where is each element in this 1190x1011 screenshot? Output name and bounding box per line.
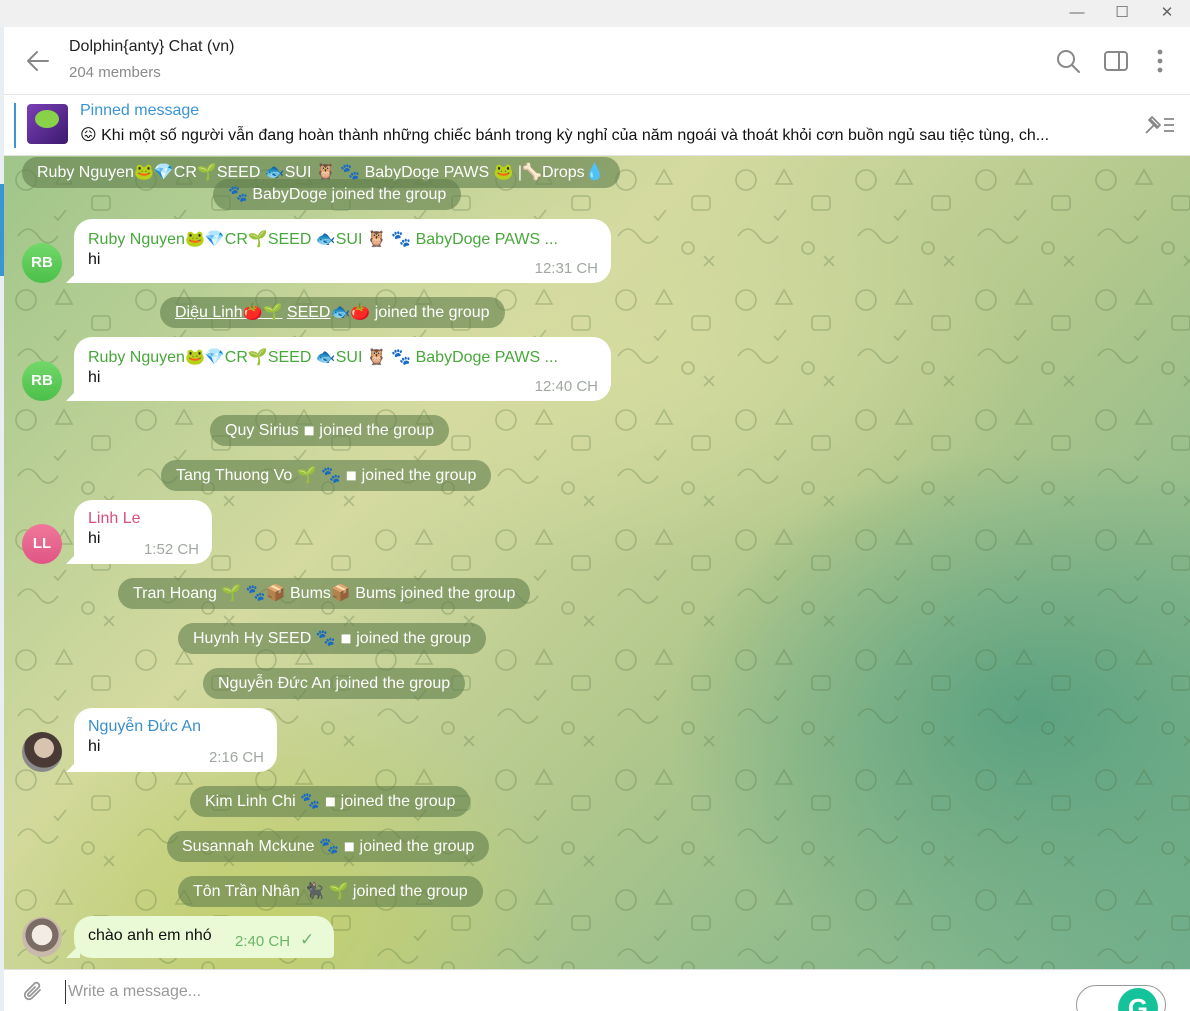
service-message: Tang Thuong Vo 🌱 🐾 ◾ joined the group	[161, 460, 492, 491]
message-text: hi	[88, 251, 101, 268]
pinned-list-button[interactable]	[1142, 113, 1176, 137]
sidebar-toggle-button[interactable]	[1102, 47, 1130, 75]
message-time: 12:31 CH	[534, 260, 598, 277]
more-menu-button[interactable]	[1146, 47, 1174, 75]
pinned-indicator	[14, 103, 16, 148]
search-icon	[1057, 50, 1080, 73]
avatar[interactable]: LL	[22, 524, 62, 564]
service-message: Nguyễn Đức An joined the group	[203, 668, 466, 699]
avatar[interactable]: RB	[22, 361, 62, 401]
service-message: 🐾 BabyDoge joined the group	[213, 179, 462, 210]
own-message-bubble[interactable]: chào anh em nhó 2:40 CH ✓	[74, 916, 334, 958]
pinned-label: Pinned message	[80, 102, 200, 119]
member-link[interactable]: Diệu Linh🍅🌱	[175, 304, 282, 321]
read-check-icon: ✓	[300, 930, 315, 949]
message-composer: G	[4, 969, 1190, 1011]
search-button[interactable]	[1054, 47, 1082, 75]
service-message: Diệu Linh🍅🌱 SEED🐟🍅 joined the group	[160, 297, 505, 328]
message-input[interactable]	[65, 980, 965, 1004]
paperclip-icon	[23, 981, 41, 1001]
pin-list-icon	[1145, 116, 1174, 134]
pinned-thumbnail	[27, 104, 68, 144]
service-message: Susannah Mckune 🐾 ◾ joined the group	[167, 831, 490, 862]
service-text: 🐟🍅 joined the group	[330, 304, 490, 321]
member-count: 204 members	[69, 64, 161, 81]
message-bubble[interactable]: Ruby Nguyen🐸💎CR🌱SEED 🐟SUI 🦉 🐾 BabyDoge P…	[74, 219, 611, 283]
minimize-button[interactable]: —	[1054, 0, 1100, 27]
arrow-left-icon	[27, 51, 49, 71]
back-button[interactable]	[24, 47, 52, 75]
member-link-seed[interactable]: SEED	[287, 304, 331, 321]
service-message: Huynh Hy SEED 🐾 ◾ joined the group	[178, 623, 486, 654]
chat-header: Dolphin{anty} Chat (vn) 204 members	[4, 27, 1190, 95]
service-message: Quy Sirius ◾ joined the group	[210, 415, 450, 446]
sender-name[interactable]: Ruby Nguyen🐸💎CR🌱SEED 🐟SUI 🦉 🐾 BabyDoge P…	[88, 229, 595, 249]
message-bubble[interactable]: Linh Le hi 1:52 CH	[74, 500, 212, 564]
more-vertical-icon	[1157, 49, 1163, 73]
service-message: Kim Linh Chi 🐾 ◾ joined the group	[190, 786, 471, 817]
message-bubble[interactable]: Nguyễn Đức An hi 2:16 CH	[74, 708, 277, 772]
sender-name[interactable]: Linh Le	[88, 510, 196, 528]
chat-history[interactable]: Ruby Nguyen🐸💎CR🌱SEED 🐟SUI 🦉 🐾 BabyDoge P…	[4, 156, 1190, 969]
message-time: 1:52 CH	[143, 541, 199, 558]
close-window-button[interactable]: ✕	[1144, 0, 1190, 27]
message-time: 2:40 CH	[235, 933, 291, 950]
sender-name[interactable]: Nguyễn Đức An	[88, 718, 261, 736]
chat-title[interactable]: Dolphin{anty} Chat (vn)	[69, 38, 234, 56]
sidebar-panel-icon	[1104, 51, 1128, 71]
message-text: chào anh em nhó	[88, 927, 212, 944]
maximize-button[interactable]: ☐	[1099, 0, 1145, 27]
service-message: Tran Hoang 🌱 🐾📦 Bums📦 Bums joined the gr…	[118, 578, 531, 609]
pinned-text: 😖 Khi một số người vẫn đang hoàn thành n…	[80, 127, 1050, 144]
avatar[interactable]	[22, 732, 62, 772]
message-time: 12:40 CH	[534, 378, 598, 395]
window-titlebar: — ☐ ✕	[0, 0, 1190, 27]
attach-button[interactable]	[20, 978, 48, 1006]
service-message: Tôn Trần Nhân 🐈‍⬛ 🌱 joined the group	[178, 876, 483, 907]
message-bubble[interactable]: Ruby Nguyen🐸💎CR🌱SEED 🐟SUI 🦉 🐾 BabyDoge P…	[74, 337, 611, 401]
pinned-message-bar[interactable]: Pinned message 😖 Khi một số người vẫn đa…	[4, 95, 1190, 156]
sender-name[interactable]: Ruby Nguyen🐸💎CR🌱SEED 🐟SUI 🦉 🐾 BabyDoge P…	[88, 347, 595, 367]
message-text: hi	[88, 369, 101, 386]
message-time: 2:16 CH	[208, 749, 264, 766]
avatar[interactable]: RB	[22, 243, 62, 283]
avatar[interactable]	[22, 917, 62, 957]
